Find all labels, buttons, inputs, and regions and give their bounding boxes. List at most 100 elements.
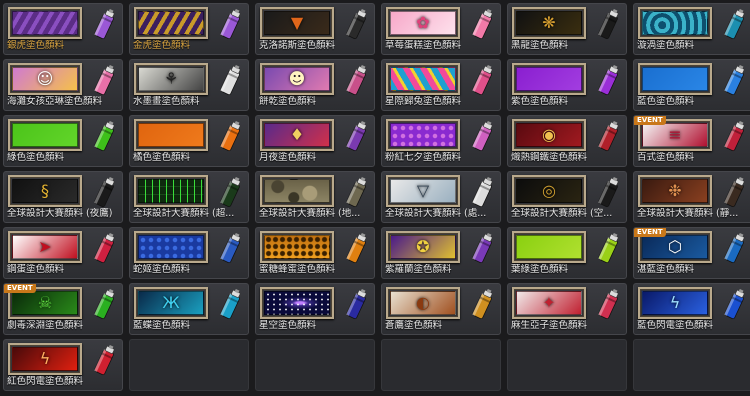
paint-item[interactable]: Ж 藍蝶塗色顏料 bbox=[129, 283, 249, 335]
solid-color-fill bbox=[138, 123, 204, 147]
paint-swatch: ϟ bbox=[638, 287, 712, 319]
paint-item[interactable]: ✦ 麻生亞子塗色顏料 bbox=[507, 283, 627, 335]
chevron-icon: ➤ bbox=[12, 235, 78, 259]
paint-item[interactable]: 綠色塗色顏料 bbox=[3, 115, 123, 167]
honey-icon bbox=[264, 235, 330, 259]
violet-emblem-icon: ✪ bbox=[416, 237, 430, 256]
spray-can-icon bbox=[592, 120, 624, 154]
paint-item[interactable]: ϟ 紅色閃電塗色顏料 bbox=[3, 339, 123, 391]
ink-tree-icon: ⚘ bbox=[138, 67, 204, 91]
paint-item[interactable]: ⬡ 湛藍塗色顏料 EVENT bbox=[633, 227, 750, 279]
paint-item[interactable]: 全球設計大賽顏料 (超... bbox=[129, 171, 249, 223]
paint-item[interactable]: 粉紅七夕塗色顏料 bbox=[381, 115, 501, 167]
paint-item[interactable]: ▽ 全球設計大賽顏料 (處... bbox=[381, 171, 501, 223]
paint-item-label: 海灘女孩亞琳塗色顏料 bbox=[7, 96, 103, 107]
spray-can-icon bbox=[466, 232, 498, 266]
spray-can-icon bbox=[718, 176, 750, 210]
paint-item[interactable]: ✿ 草莓蛋糕塗色顏料 bbox=[381, 3, 501, 55]
paint-item[interactable]: ✪ 紫羅蘭塗色顏料 bbox=[381, 227, 501, 279]
paint-item[interactable]: 星空塗色顏料 bbox=[255, 283, 375, 335]
paint-item[interactable]: ⚘ 水墨畫塗色顏料 bbox=[129, 59, 249, 111]
paint-item[interactable]: ❉ 全球設計大賽顏料 (靜... bbox=[633, 171, 750, 223]
skull-icon: ☠ bbox=[12, 291, 78, 315]
empty-slot bbox=[633, 339, 750, 391]
paint-swatch bbox=[638, 7, 712, 39]
paint-item-label: 水墨畫塗色顏料 bbox=[133, 96, 200, 107]
paint-item-label: 藍色塗色顏料 bbox=[637, 96, 695, 107]
cookie-icon: ☻ bbox=[288, 69, 306, 88]
spray-can-icon bbox=[214, 64, 246, 98]
paint-item[interactable]: 葉綠塗色顏料 bbox=[507, 227, 627, 279]
paint-item-label: 全球設計大賽顏料 (超... bbox=[133, 208, 235, 219]
paint-item-label: 橘色塗色顏料 bbox=[133, 152, 191, 163]
spray-can-icon bbox=[592, 176, 624, 210]
snake-icon bbox=[138, 235, 204, 259]
paint-swatch bbox=[8, 119, 82, 151]
paint-item[interactable]: ♦ 月夜塗色顏料 bbox=[255, 115, 375, 167]
paint-item[interactable]: ◉ 熾熱鋼鐵塗色顏料 bbox=[507, 115, 627, 167]
paint-item[interactable]: ϟ 藍色閃電塗色顏料 bbox=[633, 283, 750, 335]
camo-icon bbox=[264, 179, 330, 203]
eagle-icon: ◐ bbox=[416, 293, 430, 312]
bunny-icon: ✿ bbox=[390, 11, 456, 35]
solid-color-fill bbox=[516, 235, 582, 259]
paint-item[interactable]: 星際歸兔塗色顏料 bbox=[381, 59, 501, 111]
paint-item[interactable]: ☺ 海灘女孩亞琳塗色顏料 bbox=[3, 59, 123, 111]
tiger-stripes-icon bbox=[138, 11, 204, 35]
paint-item[interactable]: 藍色塗色顏料 bbox=[633, 59, 750, 111]
paint-item-label: 蒼鷹塗色顏料 bbox=[385, 320, 443, 331]
paint-item[interactable]: 銀虎塗色顏料 bbox=[3, 3, 123, 55]
paint-item[interactable]: ≡ 百式塗色顏料 EVENT bbox=[633, 115, 750, 167]
dragon-icon: ❉ bbox=[668, 181, 682, 200]
paint-swatch bbox=[8, 7, 82, 39]
paint-item[interactable]: 橘色塗色顏料 bbox=[129, 115, 249, 167]
chevron-icon: ➤ bbox=[38, 237, 52, 256]
paint-item-label: 綠色塗色顏料 bbox=[7, 152, 65, 163]
paint-item[interactable]: ▼ 克洛諾斯塗色顏料 bbox=[255, 3, 375, 55]
paint-item[interactable]: ☻ 餅乾塗色顏料 bbox=[255, 59, 375, 111]
paint-item[interactable]: 全球設計大賽顏料 (地... bbox=[255, 171, 375, 223]
lightning-icon: ϟ bbox=[669, 293, 681, 312]
paint-item[interactable]: 紫色塗色顏料 bbox=[507, 59, 627, 111]
chevron-icon: ▼ bbox=[290, 13, 304, 32]
paint-item-label: 藍蝶塗色顏料 bbox=[133, 320, 191, 331]
paint-item[interactable]: ➤ 鋼蛋塗色顏料 bbox=[3, 227, 123, 279]
paint-item[interactable]: ◐ 蒼鷹塗色顏料 bbox=[381, 283, 501, 335]
paint-item[interactable]: § 全球設計大賽顏料 (夜鷹) bbox=[3, 171, 123, 223]
cookie-icon: ☻ bbox=[264, 67, 330, 91]
spray-can-icon bbox=[214, 8, 246, 42]
paint-item[interactable]: ☠ 劇毒深淵塗色顏料 EVENT bbox=[3, 283, 123, 335]
solid-color-fill bbox=[516, 67, 582, 91]
galaxy-icon bbox=[264, 291, 330, 315]
paint-item-label: 麻生亞子塗色顏料 bbox=[511, 320, 588, 331]
paint-item-label: 葉綠塗色顏料 bbox=[511, 264, 569, 275]
paint-swatch bbox=[260, 287, 334, 319]
lightning-icon: ϟ bbox=[642, 291, 708, 315]
ink-tree-icon: ⚘ bbox=[163, 69, 179, 88]
paint-item[interactable]: ❋ 黑龍塗色顏料 bbox=[507, 3, 627, 55]
paint-item[interactable]: 蛇姬塗色顏料 bbox=[129, 227, 249, 279]
skull-icon: ☠ bbox=[37, 293, 53, 312]
empty-slot bbox=[507, 339, 627, 391]
paint-item-label: 湛藍塗色顏料 bbox=[637, 264, 695, 275]
paint-item[interactable]: ◎ 全球設計大賽顏料 (空... bbox=[507, 171, 627, 223]
paint-item-label: 黑龍塗色顏料 bbox=[511, 40, 569, 51]
paint-item[interactable]: 金虎塗色顏料 bbox=[129, 3, 249, 55]
empty-slot bbox=[255, 339, 375, 391]
paint-item-label: 劇毒深淵塗色顏料 bbox=[7, 320, 84, 331]
hawk-icon: § bbox=[12, 179, 78, 203]
paint-item[interactable]: 漩渦塗色顏料 bbox=[633, 3, 750, 55]
paint-swatch: ϟ bbox=[8, 343, 82, 375]
paint-item[interactable]: 蜜糖蜂蜜塗色顏料 bbox=[255, 227, 375, 279]
lightning-icon: ϟ bbox=[39, 349, 51, 368]
spray-can-icon bbox=[340, 176, 372, 210]
spray-can-icon bbox=[88, 344, 120, 378]
paint-item-label: 全球設計大賽顏料 (地... bbox=[259, 208, 361, 219]
paint-item-label: 粉紅七夕塗色顏料 bbox=[385, 152, 462, 163]
paint-item-label: 熾熱鋼鐵塗色顏料 bbox=[511, 152, 588, 163]
spray-can-icon bbox=[718, 64, 750, 98]
tiger-stripes-icon bbox=[12, 11, 78, 35]
spray-can-icon bbox=[592, 8, 624, 42]
lightning-icon: ϟ bbox=[12, 347, 78, 371]
solid-color-fill bbox=[642, 67, 708, 91]
